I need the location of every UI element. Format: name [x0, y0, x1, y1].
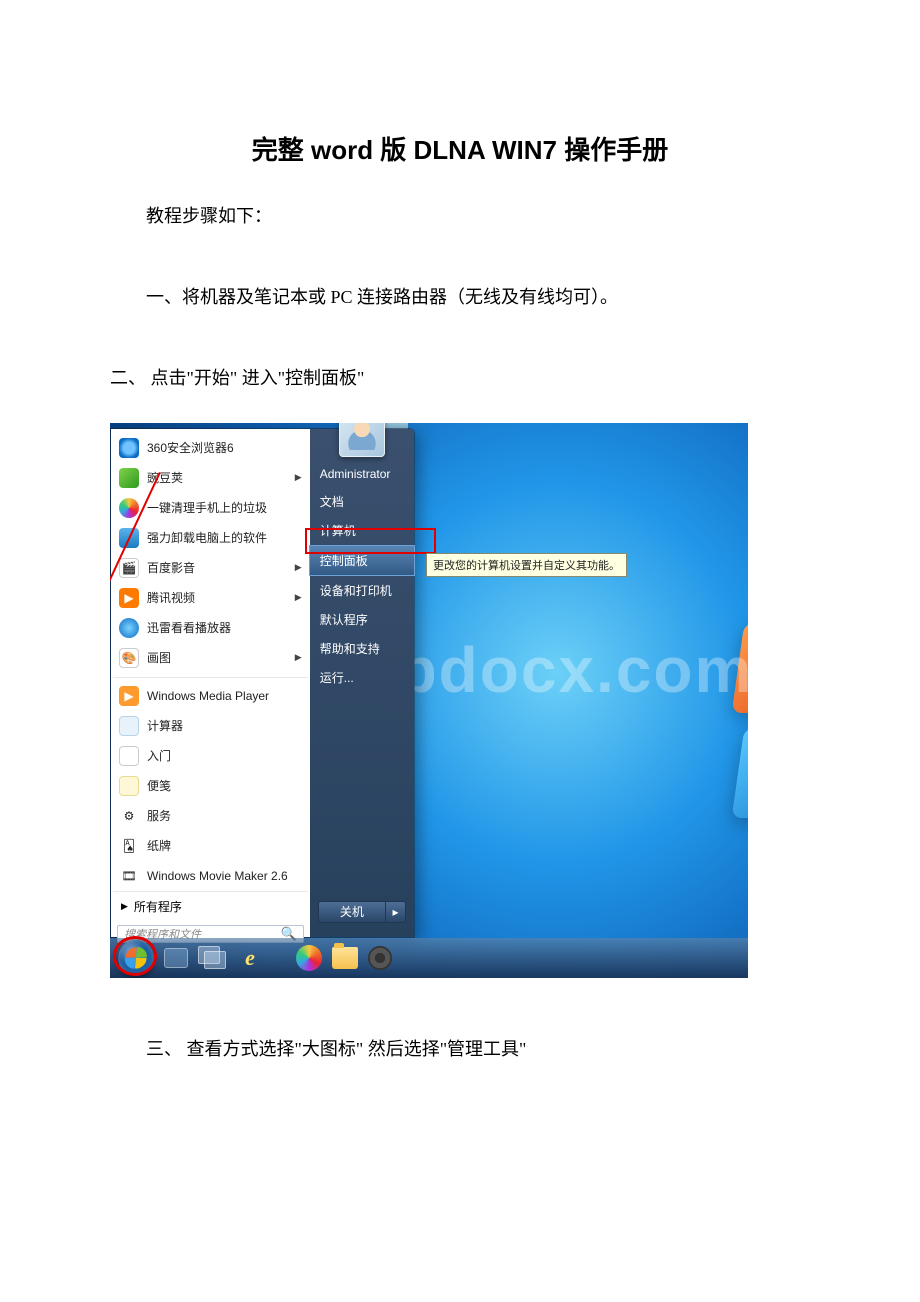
sol-icon: 🂡: [119, 836, 139, 856]
user-avatar[interactable]: [339, 423, 385, 457]
start-menu-app-item[interactable]: 🎞 Windows Movie Maker 2.6: [113, 861, 308, 891]
start-menu-item-label: 强力卸载电脑上的软件: [147, 529, 267, 546]
taskbar-show-desktop-icon[interactable]: [164, 948, 188, 968]
start-menu-item-label: 360安全浏览器6: [147, 439, 234, 456]
clean-icon: [119, 498, 139, 518]
start-menu-item-label: 计算器: [147, 717, 183, 734]
wmm-icon: 🎞: [119, 866, 139, 886]
start-menu-right-pane: Administrator文档计算机控制面板设备和打印机默认程序帮助和支持运行.…: [310, 429, 414, 937]
start-menu-app-item[interactable]: 迅雷看看播放器: [113, 613, 308, 643]
start-menu-item-label: 百度影音: [147, 559, 195, 576]
start-menu-app-item[interactable]: ▶ 腾讯视频 ▶: [113, 583, 308, 613]
step-2: 二、 点击"开始" 进入"控制面板": [110, 357, 810, 400]
start-menu-item-label: 一键清理手机上的垃圾: [147, 499, 267, 516]
document-title: 完整 word 版 DLNA WIN7 操作手册: [110, 130, 810, 167]
shutdown-label: 关机: [319, 902, 385, 922]
rm-icon: [119, 746, 139, 766]
start-menu-right-item[interactable]: Administrator: [310, 461, 414, 487]
start-menu-app-item[interactable]: 豌豆荚▶: [113, 463, 308, 493]
submenu-arrow-icon: ▶: [295, 652, 302, 663]
start-menu-right-item[interactable]: 默认程序: [310, 605, 414, 634]
start-menu-item-label: 腾讯视频: [147, 589, 195, 606]
calc-icon: [119, 716, 139, 736]
start-menu-item-label: 入门: [147, 747, 171, 764]
taskbar-explorer-icon[interactable]: [332, 947, 358, 969]
start-menu-right-item[interactable]: 运行...: [310, 663, 414, 692]
start-menu-app-item[interactable]: ▶ Windows Media Player: [113, 677, 308, 711]
start-menu-right-item[interactable]: 文档: [310, 487, 414, 516]
start-menu-app-item[interactable]: 计算器: [113, 711, 308, 741]
shutdown-button[interactable]: 关机 ▸: [318, 901, 406, 923]
paint-icon: 🎨: [119, 648, 139, 668]
all-programs-label: 所有程序: [134, 898, 182, 915]
start-menu-app-item[interactable]: ⚙ 服务: [113, 801, 308, 831]
start-menu-right-item[interactable]: 控制面板: [309, 545, 415, 576]
step-1: 一、将机器及笔记本或 PC 连接路由器（无线及有线均可）。: [110, 276, 810, 319]
intro-paragraph: 教程步骤如下：: [110, 195, 810, 238]
xl-icon: [119, 618, 139, 638]
submenu-arrow-icon: ▶: [295, 592, 302, 603]
start-menu-right-item[interactable]: 计算机: [310, 516, 414, 545]
baidu-icon: 🎬: [119, 558, 139, 578]
start-menu-app-item[interactable]: 便笺: [113, 771, 308, 801]
start-menu-app-item[interactable]: 360安全浏览器6: [113, 433, 308, 463]
start-menu-item-label: 迅雷看看播放器: [147, 619, 231, 636]
all-programs-button[interactable]: 所有程序: [113, 891, 308, 921]
screenshot-start-menu: www.bdocx.com 360安全浏览器6豌豆荚▶一键清理手机上的垃圾强力卸…: [110, 423, 748, 978]
start-menu-left-pane: 360安全浏览器6豌豆荚▶一键清理手机上的垃圾强力卸载电脑上的软件🎬百度影音▶▶…: [111, 429, 310, 937]
start-menu-item-label: 纸牌: [147, 837, 171, 854]
start-menu-item-label: 服务: [147, 807, 171, 824]
start-menu-app-item[interactable]: 入门: [113, 741, 308, 771]
taskbar-task-view-icon[interactable]: [198, 946, 226, 970]
start-menu-item-label: 便笺: [147, 777, 171, 794]
start-menu-right-item[interactable]: 设备和打印机: [310, 576, 414, 605]
tooltip-control-panel: 更改您的计算机设置并自定义其功能。: [426, 553, 627, 577]
taskbar: e: [110, 938, 748, 978]
wmp-icon: ▶: [119, 686, 139, 706]
start-menu-item-label: 画图: [147, 649, 171, 666]
start-menu-app-item[interactable]: 强力卸载电脑上的软件: [113, 523, 308, 553]
start-menu-app-item[interactable]: 🎨 画图 ▶: [113, 643, 308, 673]
note-icon: [119, 776, 139, 796]
start-menu-app-item[interactable]: 🎬 百度影音 ▶: [113, 553, 308, 583]
step-3: 三、 查看方式选择"大图标" 然后选择"管理工具": [110, 1028, 810, 1071]
start-menu-item-label: Windows Movie Maker 2.6: [147, 869, 288, 883]
taskbar-app-icon[interactable]: [296, 945, 322, 971]
serv-icon: ⚙: [119, 806, 139, 826]
annotation-circle-start-button: [113, 936, 157, 976]
tx-icon: ▶: [119, 588, 139, 608]
taskbar-media-icon[interactable]: [368, 946, 392, 970]
shutdown-options-icon[interactable]: ▸: [385, 902, 405, 922]
submenu-arrow-icon: ▶: [295, 472, 302, 483]
pea-icon: [119, 468, 139, 488]
start-menu-right-item[interactable]: 帮助和支持: [310, 634, 414, 663]
taskbar-ie-icon[interactable]: e: [236, 944, 264, 972]
start-menu-item-label: Windows Media Player: [147, 689, 269, 703]
submenu-arrow-icon: ▶: [295, 562, 302, 573]
start-menu: 360安全浏览器6豌豆荚▶一键清理手机上的垃圾强力卸载电脑上的软件🎬百度影音▶▶…: [110, 428, 415, 938]
ie-icon: [119, 438, 139, 458]
start-menu-app-item[interactable]: 🂡 纸牌: [113, 831, 308, 861]
